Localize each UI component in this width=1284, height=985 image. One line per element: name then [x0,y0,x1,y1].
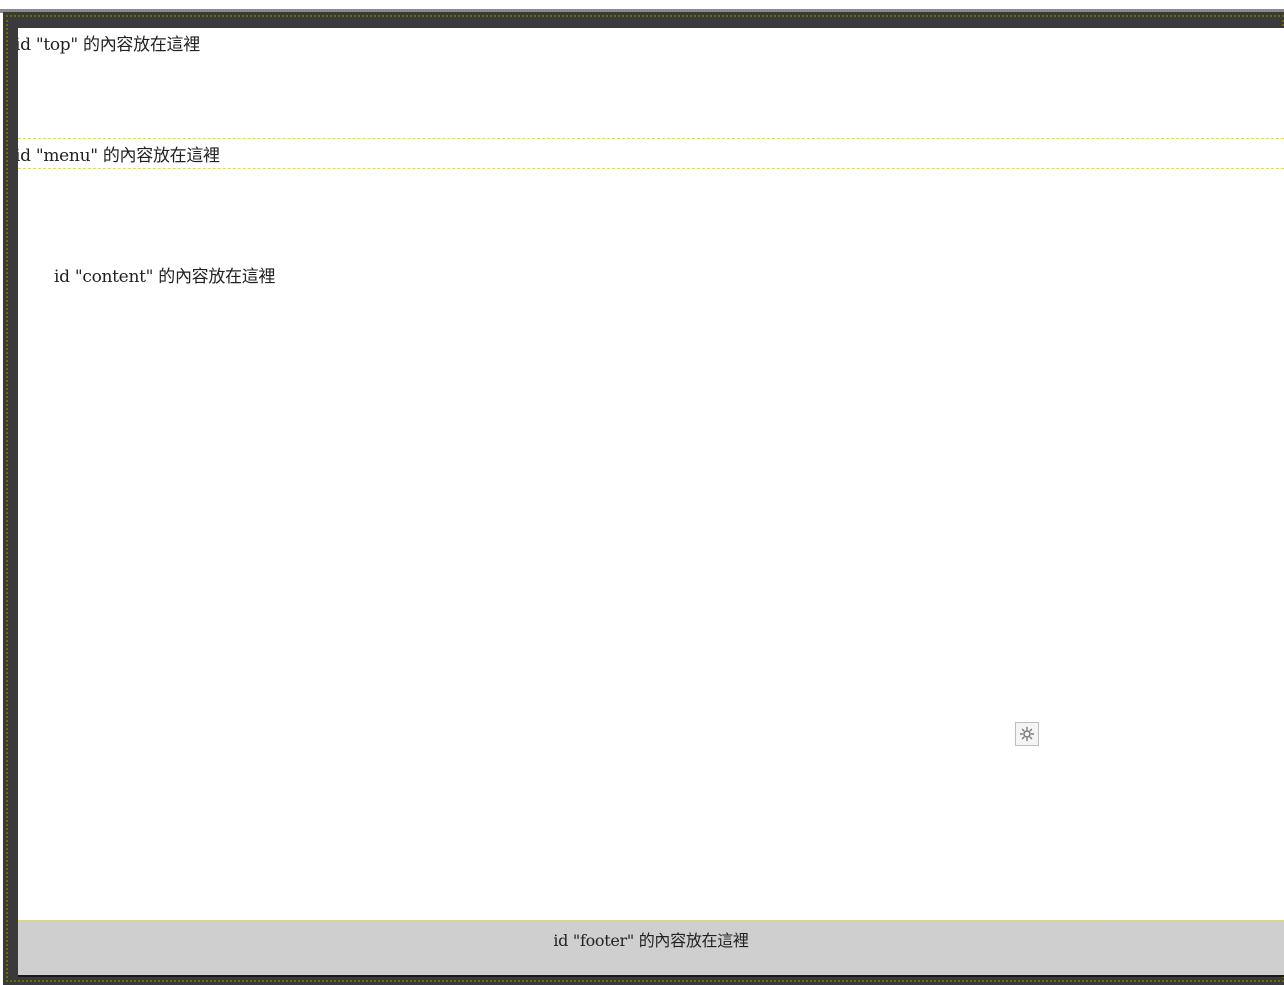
content-region[interactable]: id "content" 的內容放在這裡 [18,169,1284,921]
content-region-label: id "content" 的內容放在這裡 [54,267,276,287]
footer-bottom-border [18,975,1284,977]
top-region-label: id "top" 的內容放在這裡 [18,35,200,55]
gear-icon-glyph [1019,726,1035,742]
top-region[interactable]: id "top" 的內容放在這裡 [18,28,1284,138]
gear-icon[interactable] [1015,722,1039,746]
design-view-page: id "top" 的內容放在這裡 id "menu" 的內容放在這裡 id "c… [18,28,1284,977]
footer-region-label: id "footer" 的內容放在這裡 [553,931,749,950]
footer-region[interactable]: id "footer" 的內容放在這裡 [18,920,1284,977]
menu-region-label: id "menu" 的內容放在這裡 [18,146,220,166]
menu-region[interactable]: id "menu" 的內容放在這裡 [18,138,1284,169]
